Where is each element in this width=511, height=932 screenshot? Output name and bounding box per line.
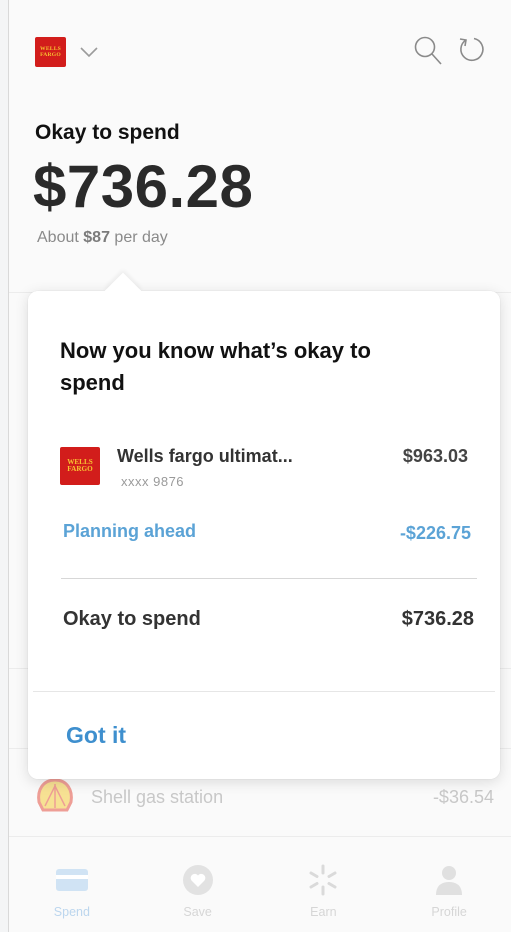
okay-to-spend-label: Okay to spend (63, 608, 201, 630)
tab-save[interactable]: Save (135, 838, 261, 932)
okay-to-spend-total: $736.28 (401, 608, 474, 630)
transaction-row[interactable]: Shell gas station -$36.54 (9, 772, 511, 822)
okay-to-spend-popover: Now you know what’s okay to spend WELLS … (28, 272, 500, 779)
transaction-name: Shell gas station (91, 787, 224, 807)
per-day-text: About $87 per day (37, 229, 168, 246)
tab-profile[interactable]: Profile (386, 838, 511, 932)
account-name: Wells fargo ultimat... (117, 446, 293, 466)
wells-fargo-logo[interactable]: WELLS FARGO (35, 37, 66, 67)
okay-to-spend-amount: $736.28 (33, 153, 254, 220)
app-screen: WELLS FARGO Okay to spend $736.28 About … (8, 0, 511, 932)
account-balance: $963.03 (402, 446, 468, 466)
popover-title: Now you know what’s okay to spend (60, 338, 371, 395)
tab-earn[interactable]: Earn (261, 838, 387, 932)
account-number-mask: xxxx 9876 (121, 474, 185, 489)
tab-spend[interactable]: Spend (9, 838, 135, 932)
person-icon (436, 866, 463, 895)
divider (33, 691, 495, 692)
bottom-nav: Spend Save Earn Profile (9, 838, 511, 932)
popover-body: Now you know what’s okay to spend WELLS … (28, 291, 500, 779)
heart-icon (182, 865, 213, 895)
transaction-amount: -$36.54 (432, 787, 494, 807)
search-icon[interactable] (413, 35, 443, 67)
top-bar: WELLS FARGO (9, 0, 511, 110)
planning-ahead-label[interactable]: Planning ahead (63, 521, 196, 542)
shell-logo-icon (37, 778, 73, 812)
list-divider (9, 836, 511, 837)
refresh-icon[interactable] (457, 35, 487, 65)
wells-fargo-logo: WELLS FARGO (60, 447, 100, 485)
sparkle-icon (309, 864, 337, 896)
page-title: Okay to spend (35, 121, 180, 144)
got-it-button[interactable]: Got it (66, 722, 126, 749)
card-icon (55, 869, 88, 891)
chevron-down-icon[interactable] (79, 45, 99, 59)
planning-ahead-amount: -$226.75 (399, 523, 471, 543)
divider (61, 578, 477, 579)
